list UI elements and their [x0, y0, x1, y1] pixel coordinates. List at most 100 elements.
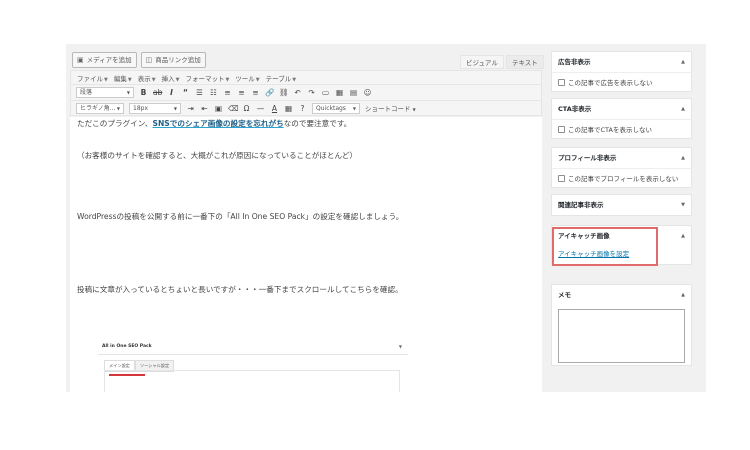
emoji-icon[interactable]: ☺ [363, 88, 372, 97]
link-icon[interactable]: 🔗 [265, 88, 274, 97]
chevron-down-icon: ▼ [173, 105, 177, 111]
seo-pack-panel [104, 370, 400, 392]
box-hide-ads: 広告非表示 ▲ この記事で広告を表示しない [551, 51, 692, 92]
editor-menubar: ファイル▼ 編集▼ 表示▼ 挿入▼ フォーマット▼ ツール▼ テーブル▼ [70, 70, 542, 84]
font-family-select[interactable]: ヒラギノ角... ▼ [76, 102, 124, 114]
text-color-icon[interactable]: A [270, 104, 279, 113]
box-title[interactable]: 関連記事非表示 ▼ [552, 195, 691, 215]
hide-ads-checkbox[interactable] [558, 78, 565, 86]
unlink-icon[interactable]: ⛓ [279, 88, 289, 97]
help-icon[interactable]: ? [298, 104, 307, 113]
chevron-down-icon: ▼ [225, 76, 230, 83]
chevron-down-icon: ▼ [104, 76, 108, 83]
seo-pack-title: All in One SEO Pack [102, 344, 152, 349]
add-product-link-label: 商品リンク追加 [155, 56, 201, 64]
emphasis-text: SNSでのシェア画像の設定を忘れがち [152, 119, 284, 128]
hide-cta-checkbox[interactable] [558, 125, 565, 133]
media-buttons: ▣ メディアを追加 ◫ 商品リンク追加 [72, 52, 206, 68]
product-link-icon: ◫ [145, 56, 153, 64]
hide-profile-checkbox[interactable] [558, 174, 565, 182]
chevron-up-icon[interactable]: ▲ [681, 99, 685, 119]
paragraph-note: （お客様のサイトを確認すると、大概がこれが原因になっていることがほとんど） [77, 151, 358, 160]
tab-visual[interactable]: ビジュアル [460, 55, 504, 69]
paragraph-warning: ただこのプラグイン、SNSでのシェア画像の設定を忘れがちなので要注意です。 [77, 117, 437, 130]
redo-icon[interactable]: ↷ [307, 88, 316, 97]
shortcode-menu[interactable]: ショートコード ▼ [365, 103, 416, 113]
indent-icon[interactable]: ⇥ [186, 104, 195, 113]
menu-table[interactable]: テーブル▼ [266, 73, 296, 83]
box-title[interactable]: 広告非表示 ▲ [552, 52, 691, 72]
box-hide-related: 関連記事非表示 ▼ [551, 194, 692, 216]
box-hide-cta: CTA非表示 ▲ この記事でCTAを表示しない [551, 98, 692, 139]
chevron-up-icon[interactable]: ▲ [681, 285, 685, 305]
code-icon[interactable]: ▤ [349, 88, 358, 97]
box-memo: メモ ▲ [551, 284, 692, 366]
chevron-down-icon: ▼ [352, 105, 356, 111]
chevron-down-icon: ▼ [127, 76, 132, 83]
font-size-select[interactable]: 18px ▼ [129, 102, 181, 114]
strikethrough-icon[interactable]: ab [153, 88, 162, 97]
more-tag-icon[interactable]: ▭ [321, 88, 330, 97]
italic-icon[interactable]: I [167, 88, 176, 97]
memo-textarea[interactable] [558, 309, 685, 363]
box-hide-profile: プロフィール非表示 ▲ この記事でプロフィールを表示しない [551, 147, 692, 188]
bullet-list-icon[interactable]: ☰ [195, 88, 204, 97]
menu-edit[interactable]: 編集▼ [114, 73, 132, 83]
paragraph-scroll: 投稿に文章が入っているとちょいと長いですが・・・一番下までスクロールしてこちらを… [77, 285, 403, 294]
box-title[interactable]: プロフィール非表示 ▲ [552, 148, 691, 168]
table-icon[interactable]: ▦ [335, 88, 344, 97]
chevron-down-icon[interactable]: ▼ [681, 195, 685, 215]
clear-formatting-icon[interactable]: ⌫ [228, 104, 239, 113]
chevron-down-icon: ▼ [255, 76, 260, 83]
box-title[interactable]: CTA非表示 ▲ [552, 99, 691, 119]
hide-ads-checkbox-label: この記事で広告を表示しない [568, 79, 653, 87]
editor-content[interactable]: ただこのプラグイン、SNSでのシェア画像の設定を忘れがちなので要注意です。 （お… [70, 117, 542, 392]
box-body: この記事でプロフィールを表示しない [552, 168, 691, 187]
seo-pack-screenshot: All in One SEO Pack ▼ メイン設定 ソーシャル設定 [98, 340, 408, 392]
seo-pack-red-mark [109, 374, 145, 376]
chevron-down-icon: ▼ [398, 344, 402, 349]
menu-format[interactable]: フォーマット▼ [185, 73, 229, 83]
outdent-icon[interactable]: ⇤ [200, 104, 209, 113]
menu-insert[interactable]: 挿入▼ [162, 73, 180, 83]
chevron-down-icon: ▼ [116, 105, 120, 111]
format-select[interactable]: 段落 ▼ [76, 87, 134, 98]
wp-editor-screen: ▣ メディアを追加 ◫ 商品リンク追加 ビジュアル テキスト ファイル▼ 編集▼… [66, 44, 706, 392]
paragraph-instruction: WordPressの投稿を公開する前に一番下の「All In One SEO P… [77, 212, 404, 221]
menu-file[interactable]: ファイル▼ [77, 73, 108, 83]
align-right-icon[interactable]: ≡ [251, 88, 260, 97]
chevron-down-icon: ▼ [126, 90, 130, 95]
media-icon: ▣ [77, 56, 84, 64]
hide-profile-checkbox-label: この記事でプロフィールを表示しない [568, 175, 679, 183]
menu-view[interactable]: 表示▼ [138, 73, 156, 83]
chevron-up-icon[interactable]: ▲ [681, 226, 685, 246]
box-title[interactable]: メモ ▲ [552, 285, 691, 305]
numbered-list-icon[interactable]: ☷ [209, 88, 218, 97]
quicktags-select[interactable]: Quicktags ▼ [312, 102, 360, 114]
bold-icon[interactable]: B [139, 88, 148, 97]
chevron-up-icon[interactable]: ▲ [681, 52, 685, 72]
undo-icon[interactable]: ↶ [293, 88, 302, 97]
special-character-icon[interactable]: Ω [242, 104, 251, 113]
chevron-down-icon: ▼ [151, 76, 156, 83]
chevron-up-icon[interactable]: ▲ [681, 148, 685, 168]
align-center-icon[interactable]: ≡ [237, 88, 246, 97]
hide-cta-checkbox-label: この記事でCTAを表示しない [568, 126, 652, 134]
editor-toolbar-2: ヒラギノ角... ▼ 18px ▼ ⇥ ⇤ ▣ ⌫ Ω — A ▦ ? Quickt… [70, 100, 542, 116]
tab-text[interactable]: テキスト [506, 55, 544, 69]
menu-tools[interactable]: ツール▼ [235, 73, 259, 83]
chevron-down-icon: ▼ [292, 76, 297, 83]
align-left-icon[interactable]: ≡ [223, 88, 232, 97]
featured-image-highlight-frame [552, 227, 658, 266]
blockquote-icon[interactable]: “ [181, 88, 190, 97]
editor-toolbar-1: 段落 ▼ B ab I “ ☰ ☷ ≡ ≡ ≡ 🔗 ⛓ ↶ ↷ ▭ ▦ ▤ ☺ [70, 84, 542, 100]
paragraph-text: なので要注意です。 [283, 119, 352, 128]
add-product-link-button[interactable]: ◫ 商品リンク追加 [140, 52, 206, 68]
paste-text-icon[interactable]: ▣ [214, 104, 223, 113]
box-body: この記事で広告を表示しない [552, 72, 691, 91]
editor-sidebar: 広告非表示 ▲ この記事で広告を表示しない CTA非表示 ▲ この記事でCTAを表示… [551, 44, 706, 392]
add-media-button[interactable]: ▣ メディアを追加 [72, 52, 137, 68]
chevron-down-icon: ▼ [175, 76, 180, 83]
grid-icon[interactable]: ▦ [284, 104, 293, 113]
horizontal-line-icon[interactable]: — [256, 104, 265, 113]
